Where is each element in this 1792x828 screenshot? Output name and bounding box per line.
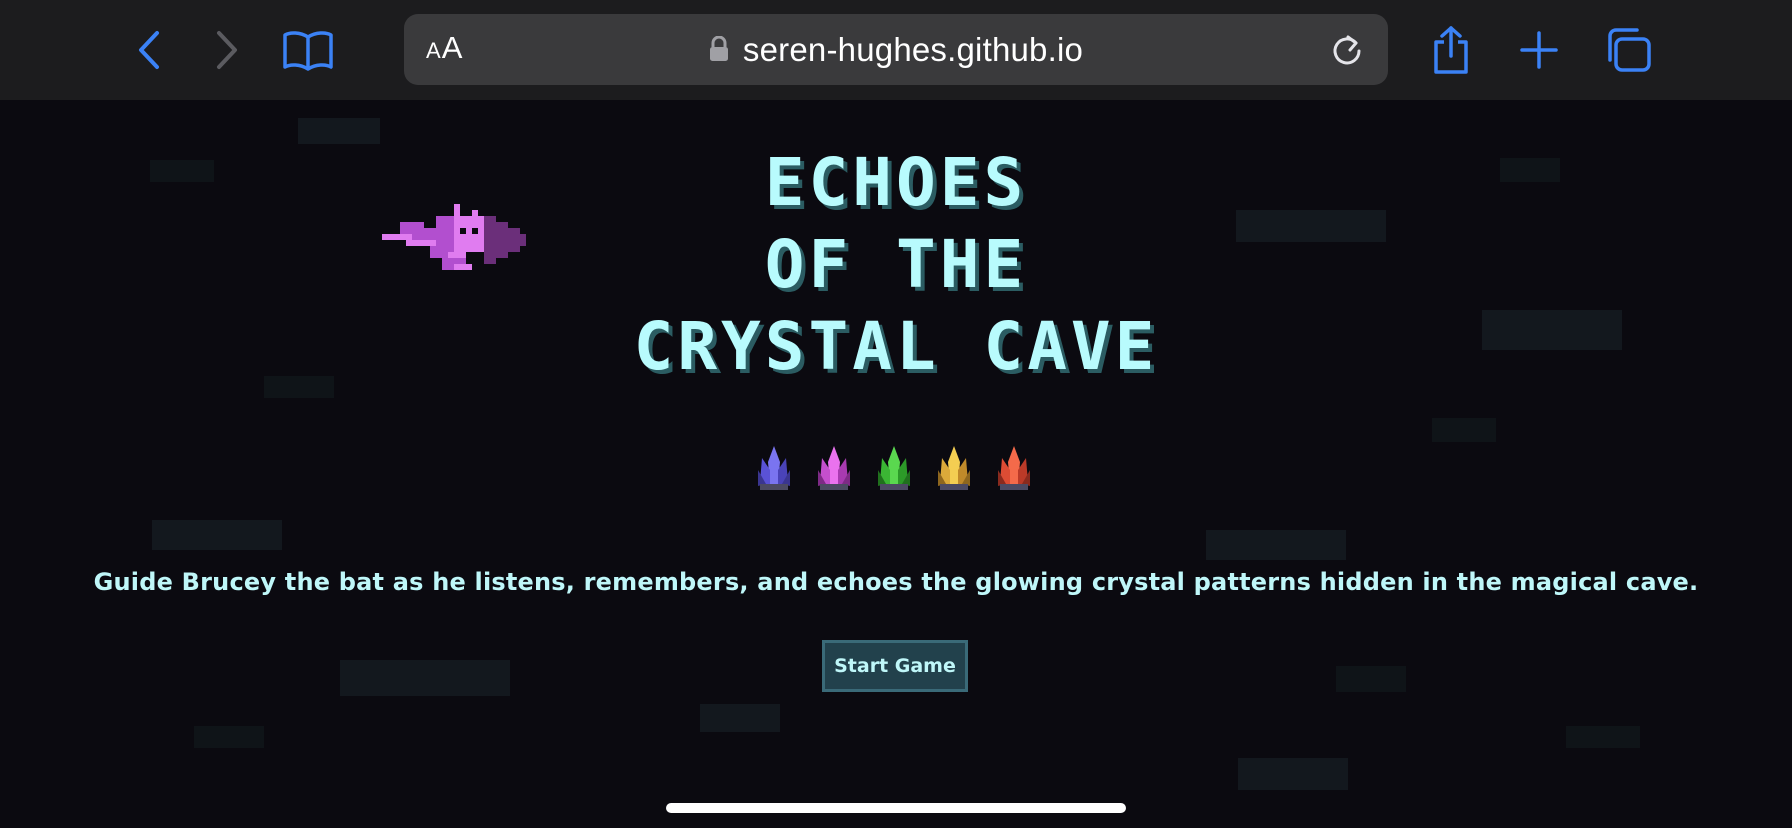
game-description: Guide Brucey the bat as he listens, reme…: [93, 568, 1699, 596]
reader-label-big: A: [441, 30, 463, 65]
address-bar[interactable]: A A seren-hughes.github.io: [404, 14, 1388, 85]
game-page: ECHOES OF THE CRYSTAL CAVE Guide Brucey …: [0, 100, 1792, 828]
title-line-1: ECHOES: [764, 144, 1028, 221]
title-line-3: CRYSTAL CAVE: [633, 308, 1159, 385]
lock-icon: [709, 35, 728, 61]
reader-text-size-button[interactable]: A A: [426, 14, 462, 85]
crystal-row: [754, 444, 1044, 492]
book-icon: [283, 31, 333, 71]
reload-button[interactable]: [1326, 29, 1368, 71]
chevron-right-icon: [217, 31, 237, 69]
green-crystal-icon: [878, 446, 910, 490]
url-text: seren-hughes.github.io: [742, 30, 1084, 68]
cave-rock: [700, 704, 780, 732]
blue-crystal-icon: [758, 446, 790, 490]
cave-rock: [340, 660, 510, 696]
cave-rock: [1432, 418, 1496, 442]
new-tab-button[interactable]: [1511, 22, 1567, 78]
cave-rock: [1566, 726, 1640, 748]
start-game-button[interactable]: Start Game: [822, 640, 968, 692]
bookmarks-button[interactable]: [280, 22, 336, 78]
tabs-button[interactable]: [1600, 22, 1656, 78]
chevron-left-icon: [139, 31, 159, 69]
yellow-crystal-icon: [938, 446, 970, 490]
forward-button[interactable]: [198, 22, 254, 78]
plus-icon: [1520, 31, 1558, 69]
back-button[interactable]: [122, 22, 178, 78]
reader-label-small: A: [426, 38, 441, 63]
pink-crystal-icon: [818, 446, 850, 490]
reload-icon: [1333, 35, 1361, 65]
game-title: ECHOES OF THE CRYSTAL CAVE: [0, 142, 1792, 388]
share-icon: [1434, 26, 1468, 74]
tabs-icon: [1608, 28, 1651, 72]
cave-rock: [298, 118, 380, 144]
cave-rock: [1336, 666, 1406, 692]
cave-rock: [152, 520, 282, 550]
title-line-2: OF THE: [764, 226, 1028, 303]
cave-rock: [194, 726, 264, 748]
home-indicator[interactable]: [666, 803, 1126, 813]
url-display: seren-hughes.github.io: [404, 14, 1388, 85]
share-button[interactable]: [1423, 22, 1479, 78]
red-crystal-icon: [998, 446, 1030, 490]
browser-toolbar: A A seren-hughes.github.io: [0, 0, 1792, 100]
cave-rock: [1238, 758, 1348, 790]
cave-rock: [1206, 530, 1346, 560]
